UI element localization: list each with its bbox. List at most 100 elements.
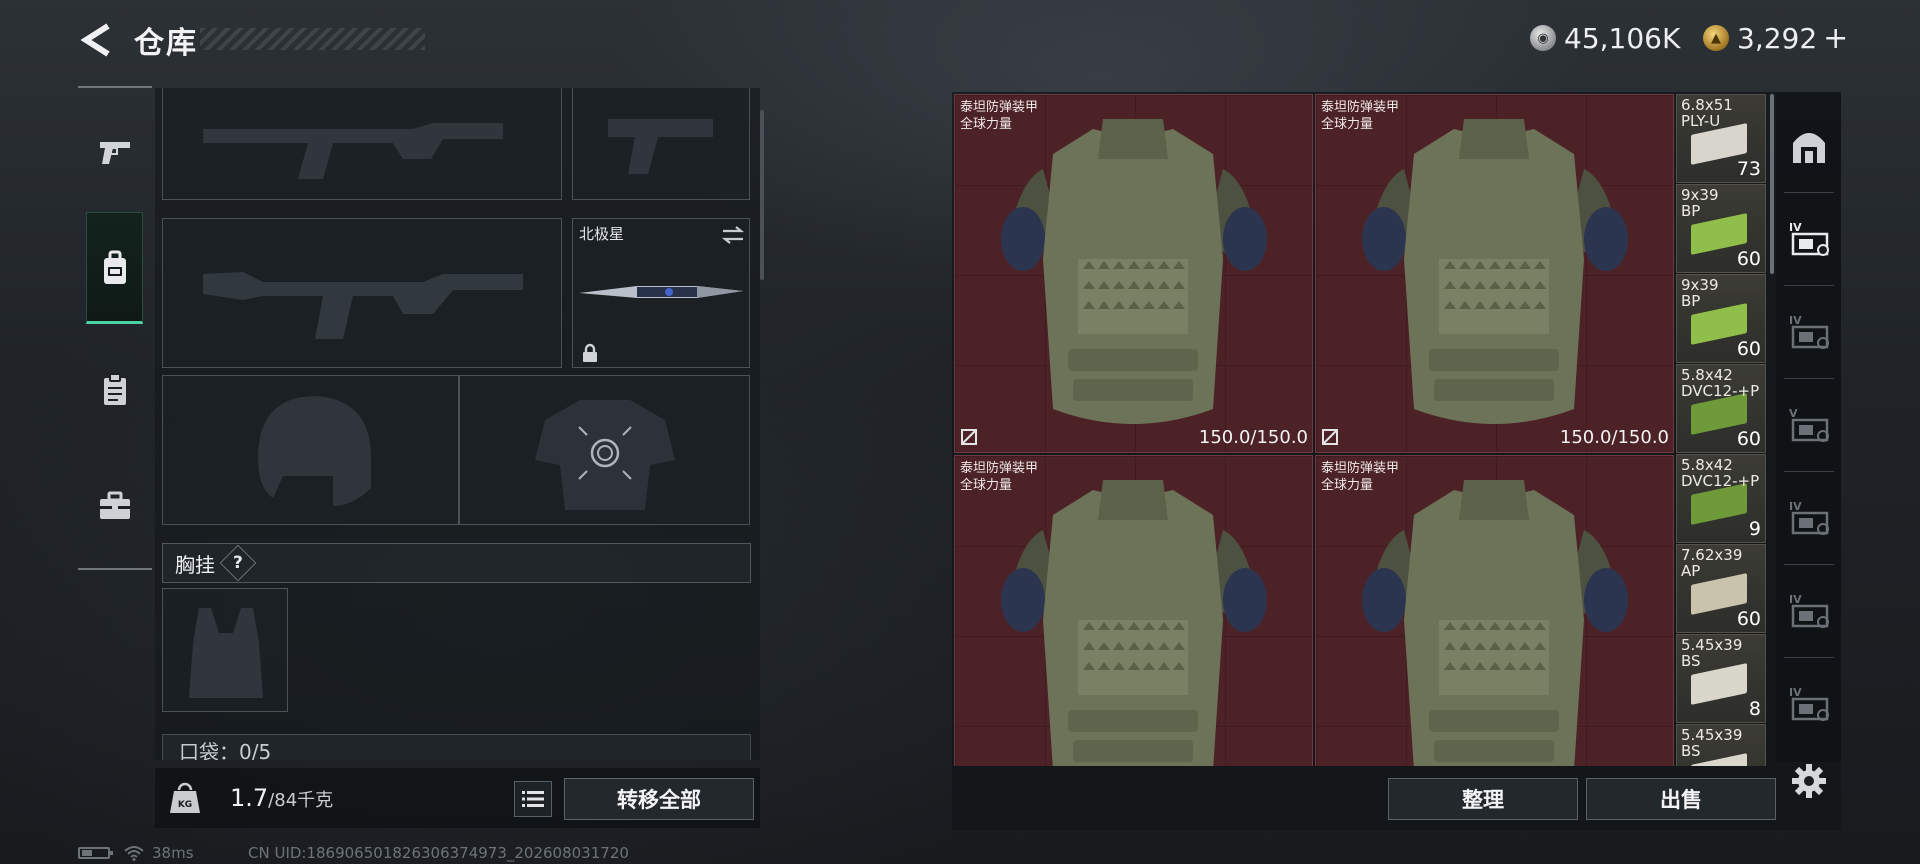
ammo-caliber: 9x39 bbox=[1681, 276, 1719, 294]
armor-name: 泰坦防弹装甲 全球力量 bbox=[960, 460, 1038, 494]
ammo-item[interactable]: 9x39 BP 60 bbox=[1676, 274, 1766, 363]
rail-tab-container[interactable]: V bbox=[1778, 379, 1840, 471]
ammo-item[interactable]: 5.45x39 BS bbox=[1676, 724, 1766, 766]
swap-icon[interactable] bbox=[721, 225, 745, 245]
container-tier-label: IV bbox=[1789, 314, 1802, 327]
body-armor-icon bbox=[1001, 480, 1267, 766]
container-icon: IV bbox=[1789, 500, 1829, 535]
transfer-all-button[interactable]: 转移全部 bbox=[564, 778, 754, 820]
container-tier-label: IV bbox=[1789, 500, 1802, 513]
ammo-item[interactable]: 7.62x39 AP 60 bbox=[1676, 544, 1766, 633]
rail-tab-container[interactable]: IV bbox=[1778, 658, 1840, 750]
armor-name: 泰坦防弹装甲 全球力量 bbox=[1321, 460, 1399, 494]
backpack-icon bbox=[104, 250, 126, 284]
ammo-label: 6.8x51 PLY-U bbox=[1681, 97, 1733, 129]
ammo-caliber: 5.8x42 bbox=[1681, 456, 1733, 474]
body-armor-icon bbox=[1362, 480, 1628, 766]
storage-grid: 泰坦防弹装甲 全球力量 150.0/150.0 泰坦防弹装甲 全球力量 150.0/… bbox=[954, 94, 1766, 766]
rail-tab-container[interactable]: IV bbox=[1778, 472, 1840, 564]
pistol-silhouette-icon bbox=[608, 119, 713, 174]
battery-icon bbox=[78, 847, 113, 859]
back-arrow-icon[interactable] bbox=[78, 20, 118, 60]
armor-name-line2: 全球力量 bbox=[960, 478, 1013, 493]
container-tier-label: V bbox=[1789, 407, 1798, 420]
melee-slot[interactable]: 北极星 bbox=[572, 218, 750, 368]
silver-coin-icon: ◉ bbox=[1530, 25, 1556, 51]
ammo-count: 60 bbox=[1736, 338, 1761, 360]
secondary-weapon-slot[interactable] bbox=[162, 218, 562, 368]
ammo-count: 60 bbox=[1736, 608, 1761, 630]
container-tier-label: IV bbox=[1789, 686, 1802, 699]
armor-item[interactable]: 泰坦防弹装甲 全球力量 bbox=[954, 455, 1313, 766]
rail-gear[interactable] bbox=[86, 233, 144, 303]
list-view-button[interactable] bbox=[514, 781, 552, 817]
armor-name: 泰坦防弹装甲 全球力量 bbox=[1321, 99, 1399, 133]
ammo-type: PLY-U bbox=[1681, 112, 1721, 130]
sell-button[interactable]: 出售 bbox=[1586, 778, 1776, 820]
rail-medical[interactable] bbox=[86, 471, 144, 541]
armor-name: 泰坦防弹装甲 全球力量 bbox=[960, 99, 1038, 133]
ammo-item[interactable]: 5.8x42 DVC12-+P 60 bbox=[1676, 364, 1766, 453]
ammo-label: 5.45x39 BS bbox=[1681, 637, 1742, 669]
weight-max: /84千克 bbox=[268, 790, 334, 811]
target-reticle-icon bbox=[578, 426, 632, 480]
armor-durability: 150.0/150.0 bbox=[1198, 427, 1308, 448]
armor-name-line1: 泰坦防弹装甲 bbox=[1321, 461, 1400, 476]
ammo-item[interactable]: 5.8x42 DVC12-+P 9 bbox=[1676, 454, 1766, 543]
loadout-scrollbar[interactable] bbox=[760, 110, 764, 280]
clipboard-icon bbox=[104, 373, 126, 405]
ammo-caliber: 5.45x39 bbox=[1681, 636, 1743, 654]
ammo-type: AP bbox=[1681, 562, 1701, 580]
armor-item[interactable]: 泰坦防弹装甲 全球力量 bbox=[1315, 455, 1674, 766]
settings-gear-icon[interactable] bbox=[1790, 762, 1828, 800]
primary-weapon-slot[interactable] bbox=[162, 88, 562, 200]
rail-tab-gate[interactable] bbox=[1778, 100, 1840, 192]
silver-currency: ◉ 45,106K bbox=[1530, 20, 1680, 56]
armor-name-line2: 全球力量 bbox=[1321, 478, 1374, 493]
rail-divider bbox=[78, 86, 152, 88]
container-tier-label: IV bbox=[1789, 221, 1802, 234]
rail-tab-container[interactable]: IV bbox=[1778, 286, 1840, 378]
ammo-count: 60 bbox=[1736, 428, 1761, 450]
armor-item[interactable]: 泰坦防弹装甲 全球力量 150.0/150.0 bbox=[954, 94, 1313, 453]
rail-tab-container[interactable]: IV bbox=[1778, 193, 1840, 285]
chest-rig-slot[interactable] bbox=[162, 588, 288, 712]
ammo-type: DVC12-+P bbox=[1681, 382, 1760, 400]
body-armor-slot[interactable] bbox=[459, 375, 750, 525]
armor-name-line1: 泰坦防弹装甲 bbox=[960, 461, 1039, 476]
ammo-label: 5.45x39 BS bbox=[1681, 727, 1742, 759]
ammo-item[interactable]: 5.45x39 BS 8 bbox=[1676, 634, 1766, 723]
rail-weapons[interactable] bbox=[86, 117, 144, 187]
ammo-item[interactable]: 9x39 BP 60 bbox=[1676, 184, 1766, 273]
container-icon: IV bbox=[1789, 221, 1829, 256]
add-gold-button[interactable]: + bbox=[1823, 21, 1848, 56]
armor-name-line1: 泰坦防弹装甲 bbox=[1321, 100, 1400, 115]
armor-name-line2: 全球力量 bbox=[960, 117, 1013, 132]
title-decoration bbox=[200, 28, 425, 50]
ammo-type: DVC12-+P bbox=[1681, 472, 1760, 490]
chest-rig-label: 胸挂 bbox=[175, 552, 215, 577]
ammo-count: 8 bbox=[1748, 698, 1761, 720]
ammo-caliber: 5.45x39 bbox=[1681, 726, 1743, 744]
weight-icon: KG bbox=[170, 782, 200, 813]
ammo-count: 9 bbox=[1748, 518, 1761, 540]
body-armor-icon bbox=[1362, 119, 1628, 424]
list-icon bbox=[522, 791, 544, 807]
ammo-label: 7.62x39 AP bbox=[1681, 547, 1742, 579]
help-icon[interactable]: ? bbox=[219, 544, 257, 582]
helmet-silhouette-icon bbox=[258, 396, 371, 506]
sort-button[interactable]: 整理 bbox=[1388, 778, 1578, 820]
weight-current: 1.7 bbox=[230, 784, 269, 812]
sidearm-slot[interactable] bbox=[572, 88, 750, 200]
ammo-item[interactable]: 6.8x51 PLY-U 73 bbox=[1676, 94, 1766, 183]
ammo-type: BP bbox=[1681, 202, 1701, 220]
rail-tasks[interactable] bbox=[86, 355, 144, 425]
armor-item[interactable]: 泰坦防弹装甲 全球力量 150.0/150.0 bbox=[1315, 94, 1674, 453]
rail-tab-container[interactable]: IV bbox=[1778, 565, 1840, 657]
gold-amount: 3,292 bbox=[1737, 21, 1818, 55]
weight-icon-text: KG bbox=[178, 800, 192, 810]
gold-currency[interactable]: ▲ 3,292 + bbox=[1703, 20, 1848, 56]
storage-scrollbar[interactable] bbox=[1770, 94, 1774, 274]
helmet-slot[interactable] bbox=[162, 375, 459, 525]
chest-rig-header: 胸挂 ? bbox=[162, 543, 751, 583]
